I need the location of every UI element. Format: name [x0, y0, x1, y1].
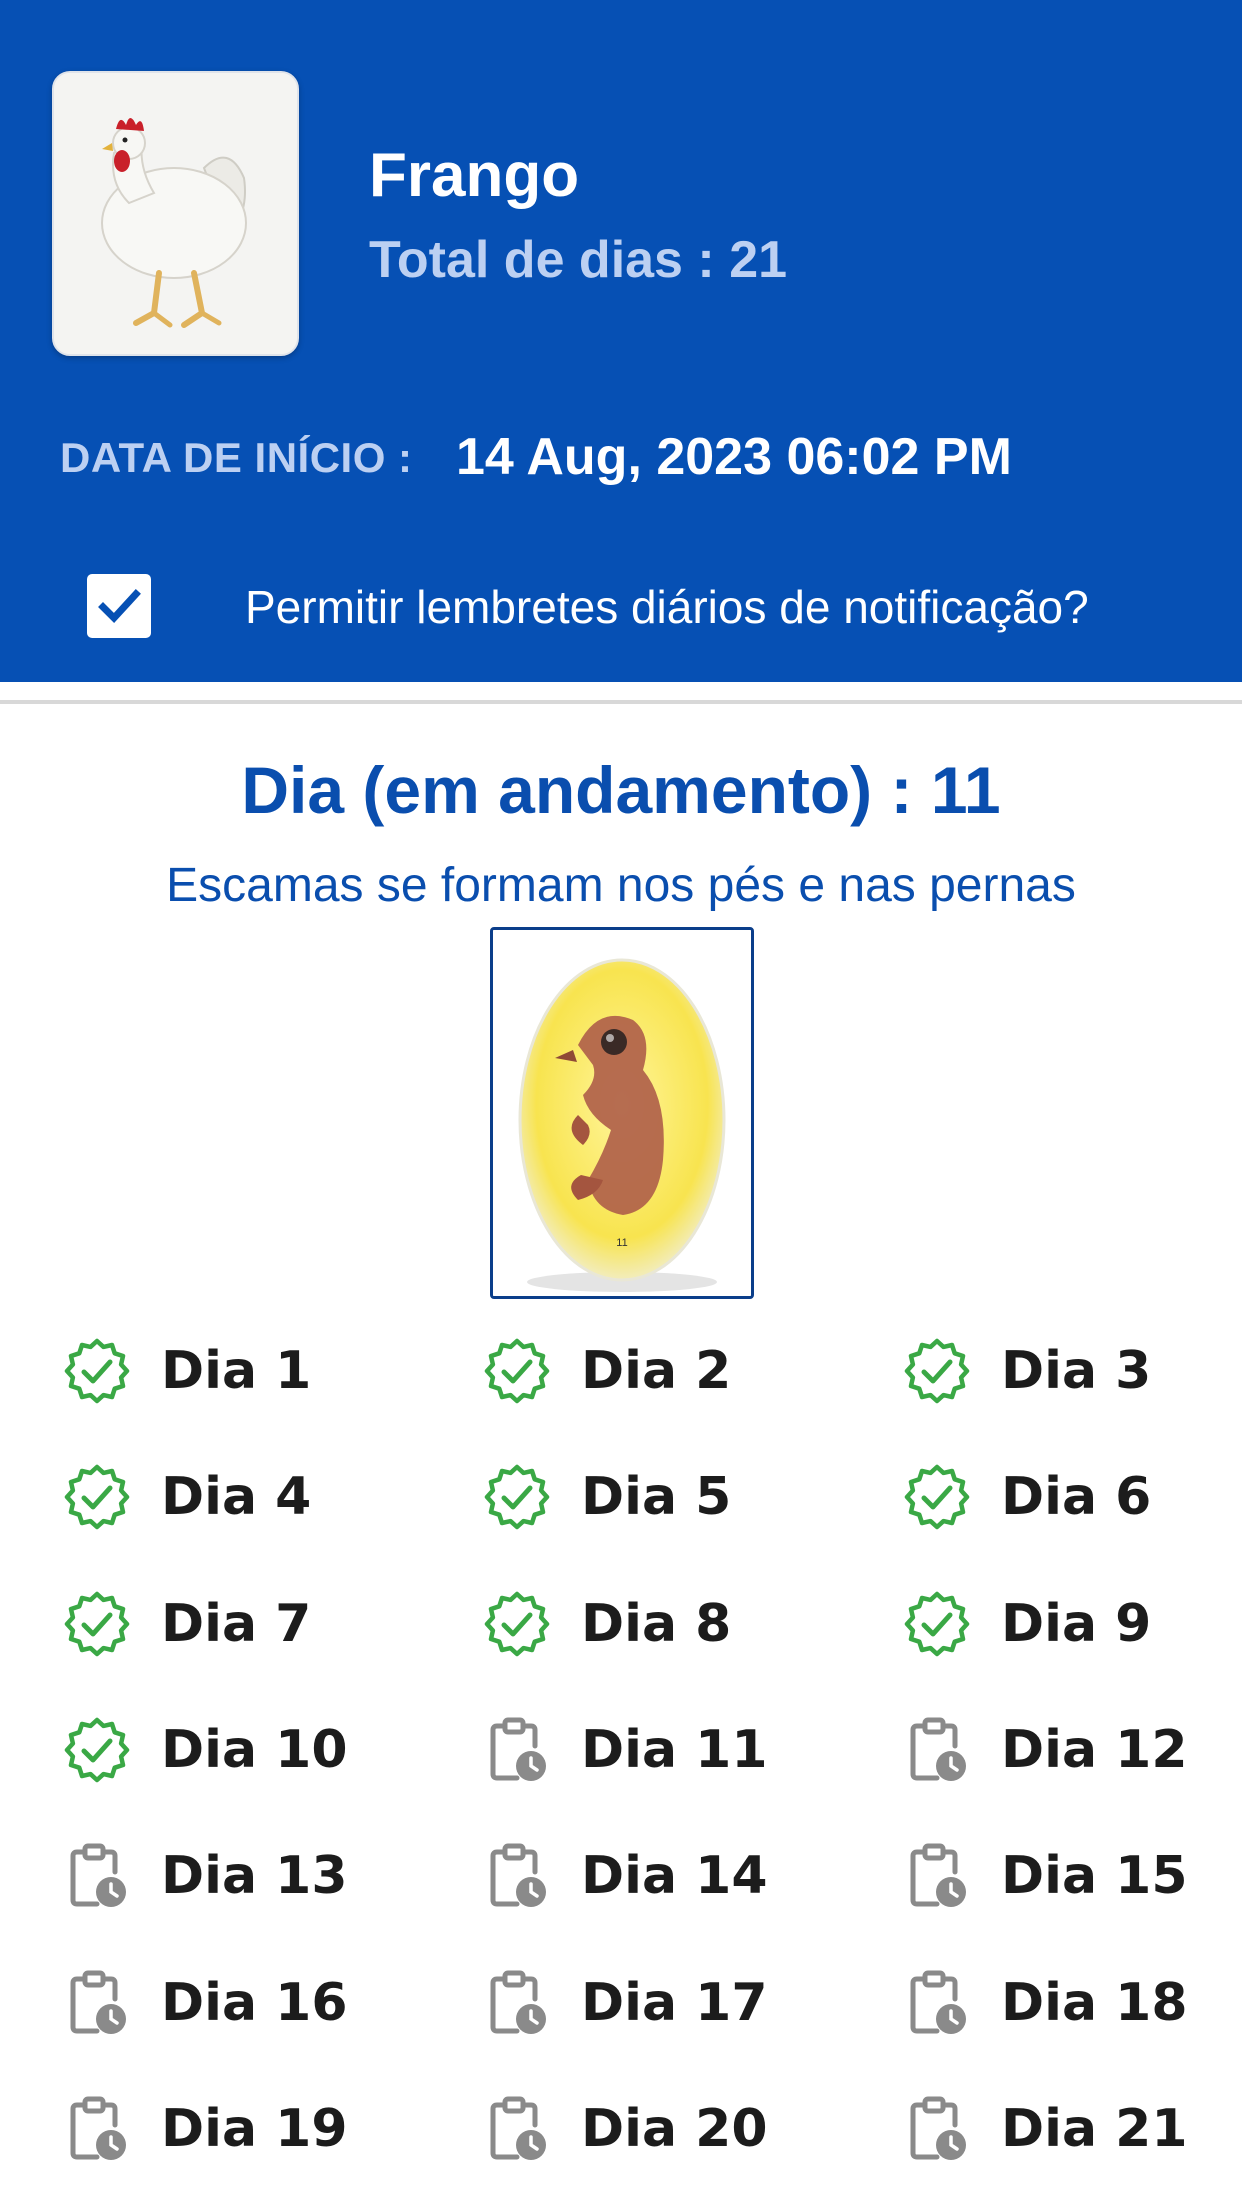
day-label: Dia 20: [581, 2098, 768, 2159]
day-label: Dia 2: [581, 1341, 732, 1401]
day-item[interactable]: Dia 16: [3, 1948, 403, 2058]
day-label: Dia 7: [161, 1593, 312, 1654]
day-item[interactable]: Dia 1: [3, 1316, 403, 1426]
day-item[interactable]: Dia 19: [3, 2074, 403, 2184]
day-grid: Dia 1 Dia 2 Dia 3 Dia 4 Dia 5 Dia 6 Dia 7 Dia 8…: [0, 1316, 1242, 2196]
verified-check-icon: [903, 1463, 971, 1531]
clipboard-clock-icon: [483, 1842, 551, 1910]
notification-checkbox[interactable]: [87, 574, 151, 638]
day-item[interactable]: Dia 18: [843, 1948, 1242, 2058]
day-item[interactable]: Dia 11: [423, 1695, 823, 1805]
day-item[interactable]: Dia 4: [3, 1442, 403, 1552]
verified-check-icon: [903, 1337, 971, 1405]
day-item[interactable]: Dia 12: [843, 1695, 1242, 1805]
clipboard-clock-icon: [903, 2095, 971, 2163]
verified-check-icon: [483, 1590, 551, 1658]
verified-check-icon: [903, 1590, 971, 1658]
day-item[interactable]: Dia 14: [423, 1821, 823, 1931]
day-label: Dia 19: [161, 2098, 348, 2159]
day-label: Dia 14: [581, 1846, 768, 1907]
day-item[interactable]: Dia 10: [3, 1695, 403, 1805]
clipboard-clock-icon: [903, 1842, 971, 1910]
day-label: Dia 3: [1001, 1341, 1152, 1401]
day-label: Dia 5: [581, 1467, 732, 1528]
clipboard-clock-icon: [63, 1842, 131, 1910]
day-label: Dia 16: [161, 1972, 348, 2033]
day-item[interactable]: Dia 20: [423, 2074, 823, 2184]
clipboard-clock-icon: [903, 1969, 971, 2037]
day-item[interactable]: Dia 21: [843, 2074, 1242, 2184]
chicken-image: [52, 71, 299, 356]
notification-label[interactable]: Permitir lembretes diários de notificaçã…: [245, 578, 1089, 636]
clipboard-clock-icon: [63, 2095, 131, 2163]
day-item[interactable]: Dia 3: [843, 1316, 1242, 1426]
start-date-value[interactable]: 14 Aug, 2023 06:02 PM: [456, 426, 1012, 488]
day-label: Dia 13: [161, 1846, 348, 1907]
total-days: Total de dias : 21: [369, 231, 788, 289]
verified-check-icon: [483, 1337, 551, 1405]
day-label: Dia 17: [581, 1972, 768, 2033]
day-label: Dia 6: [1001, 1467, 1152, 1528]
day-label: Dia 12: [1001, 1719, 1188, 1780]
embryo-day-number: 11: [616, 1237, 627, 1249]
day-label: Dia 11: [581, 1719, 768, 1780]
day-item[interactable]: Dia 7: [3, 1569, 403, 1679]
day-label: Dia 21: [1001, 2098, 1188, 2159]
verified-check-icon: [63, 1590, 131, 1658]
header-panel: Frango Total de dias : 21 DATA DE INÍCIO…: [0, 0, 1242, 682]
checkmark-icon: [98, 589, 141, 624]
day-item[interactable]: Dia 2: [423, 1316, 823, 1426]
verified-check-icon: [63, 1716, 131, 1784]
day-item[interactable]: Dia 15: [843, 1821, 1242, 1931]
day-item[interactable]: Dia 6: [843, 1442, 1242, 1552]
embryo-image[interactable]: 11: [490, 927, 754, 1299]
day-item[interactable]: Dia 5: [423, 1442, 823, 1552]
start-date-label: DATA DE INÍCIO :: [60, 434, 413, 481]
day-label: Dia 4: [161, 1467, 312, 1528]
clipboard-clock-icon: [483, 1716, 551, 1784]
clipboard-clock-icon: [483, 2095, 551, 2163]
day-label: Dia 18: [1001, 1972, 1188, 2033]
animal-title: Frango: [369, 141, 580, 210]
verified-check-icon: [63, 1463, 131, 1531]
divider: [0, 700, 1242, 704]
day-label: Dia 10: [161, 1719, 348, 1780]
day-label: Dia 8: [581, 1593, 732, 1654]
day-item[interactable]: Dia 13: [3, 1821, 403, 1931]
clipboard-clock-icon: [483, 1969, 551, 2037]
verified-check-icon: [63, 1337, 131, 1405]
day-item[interactable]: Dia 9: [843, 1569, 1242, 1679]
current-day-heading: Dia (em andamento) : 11: [241, 753, 1001, 827]
day-label: Dia 1: [161, 1341, 312, 1401]
day-item[interactable]: Dia 8: [423, 1569, 823, 1679]
clipboard-clock-icon: [903, 1716, 971, 1784]
current-day-description: Escamas se formam nos pés e nas pernas: [166, 859, 1076, 912]
clipboard-clock-icon: [63, 1969, 131, 2037]
day-label: Dia 9: [1001, 1593, 1152, 1654]
day-label: Dia 15: [1001, 1846, 1188, 1907]
verified-check-icon: [483, 1463, 551, 1531]
day-item[interactable]: Dia 17: [423, 1948, 823, 2058]
